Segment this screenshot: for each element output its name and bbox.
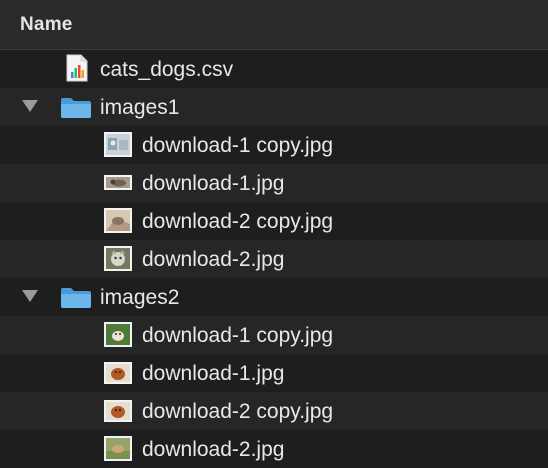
csv-file-icon (66, 54, 88, 82)
folder-name: images2 (100, 286, 180, 309)
image-thumbnail-icon (104, 322, 132, 347)
file-row[interactable]: download-2 copy.jpg (0, 392, 548, 430)
image-thumbnail-icon (104, 208, 132, 233)
file-name: download-1 copy.jpg (142, 324, 334, 347)
folder-row-images1[interactable]: images1 (0, 88, 548, 126)
folder-row-images2[interactable]: images2 (0, 278, 548, 316)
file-name: download-1 copy.jpg (142, 134, 334, 157)
file-name: download-2.jpg (142, 438, 285, 461)
disclosure-triangle-expanded-icon[interactable] (22, 100, 38, 112)
image-thumbnail-icon (104, 132, 132, 157)
file-name: download-2.jpg (142, 248, 285, 271)
file-name: download-2 copy.jpg (142, 210, 334, 233)
file-name: download-1.jpg (142, 172, 285, 195)
file-name: cats_dogs.csv (100, 58, 234, 81)
folder-name: images1 (100, 96, 180, 119)
file-row[interactable]: download-2.jpg (0, 430, 548, 468)
file-name: download-1.jpg (142, 362, 285, 385)
folder-icon (60, 287, 92, 309)
image-thumbnail-icon (104, 436, 132, 461)
image-thumbnail-icon (104, 400, 132, 422)
file-row[interactable]: cats_dogs.csv (0, 50, 548, 88)
file-row[interactable]: download-1.jpg (0, 164, 548, 202)
folder-icon (60, 97, 92, 119)
name-column-header[interactable]: Name (20, 14, 73, 36)
file-name: download-2 copy.jpg (142, 400, 334, 423)
image-thumbnail-icon (104, 246, 132, 271)
file-row[interactable]: download-1.jpg (0, 354, 548, 392)
column-header[interactable]: Name (0, 0, 548, 50)
file-row[interactable]: download-2 copy.jpg (0, 202, 548, 240)
file-row[interactable]: download-2.jpg (0, 240, 548, 278)
file-row[interactable]: download-1 copy.jpg (0, 126, 548, 164)
image-thumbnail-icon (104, 175, 132, 190)
disclosure-triangle-expanded-icon[interactable] (22, 290, 38, 302)
file-row[interactable]: download-1 copy.jpg (0, 316, 548, 354)
file-browser: Name cats_dogs.csv images1 download-1 co… (0, 0, 548, 468)
image-thumbnail-icon (104, 362, 132, 384)
